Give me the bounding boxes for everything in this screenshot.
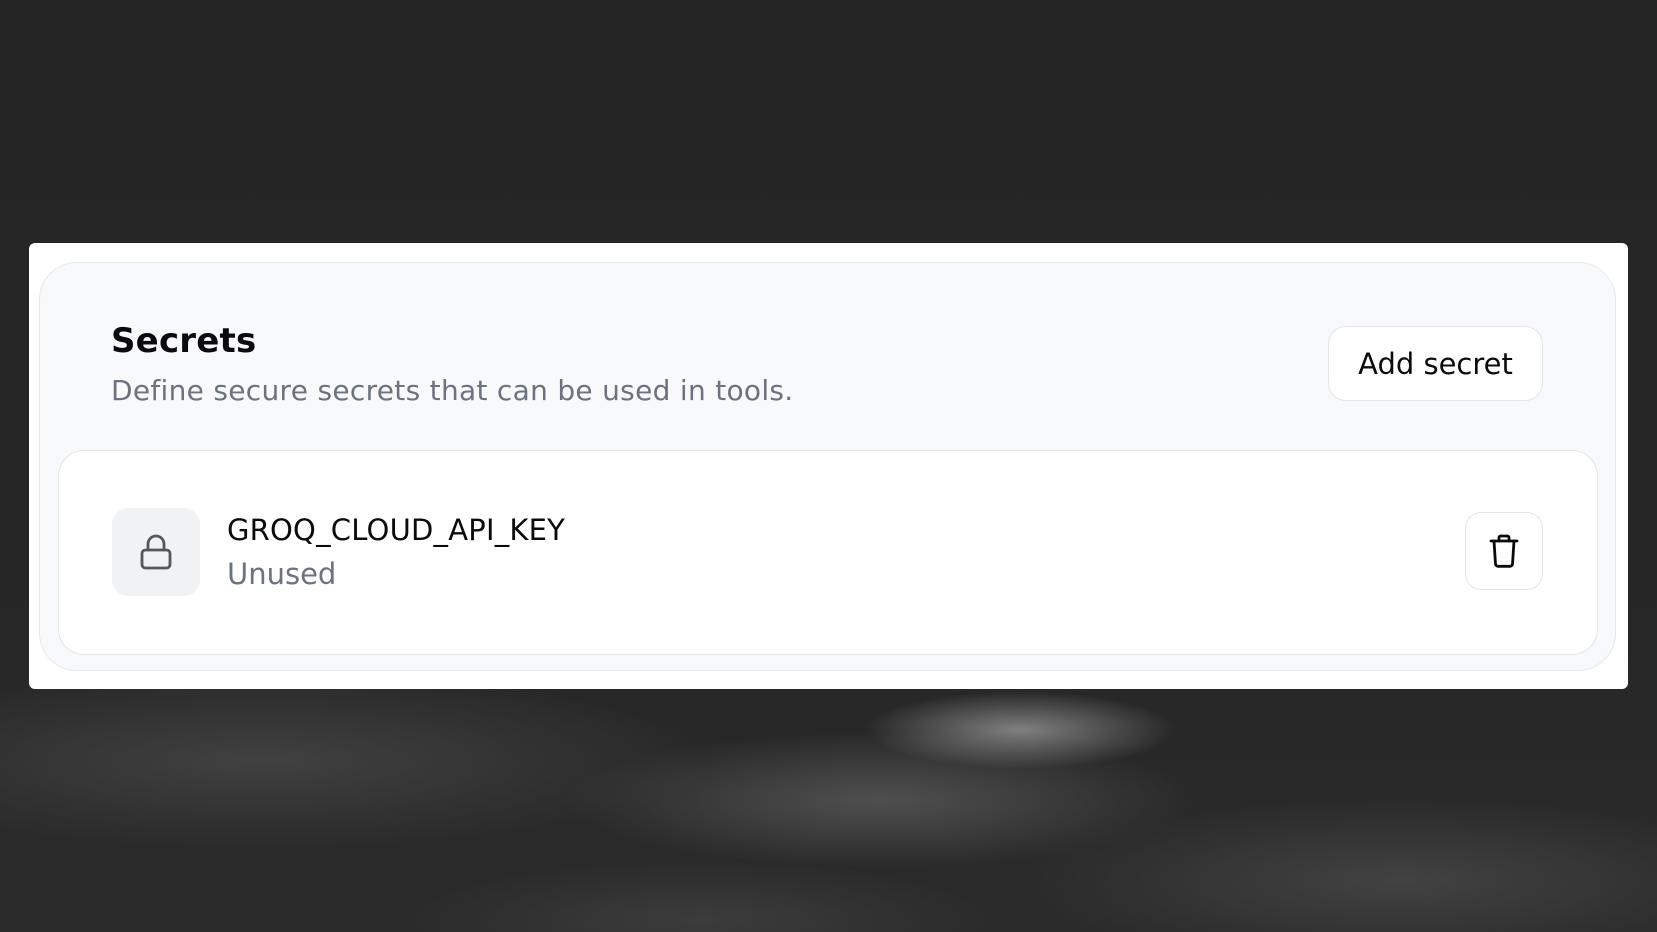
secrets-panel: Secrets Define secure secrets that can b… — [39, 262, 1616, 671]
secret-list-item: GROQ_CLOUD_API_KEY Unused — [58, 450, 1598, 655]
secret-name: GROQ_CLOUD_API_KEY — [227, 513, 566, 547]
panel-title: Secrets — [111, 321, 257, 361]
trash-icon — [1489, 534, 1519, 568]
secret-status: Unused — [227, 557, 337, 591]
lock-icon — [139, 533, 173, 571]
secret-icon-container — [112, 508, 200, 596]
add-secret-button[interactable]: Add secret — [1328, 326, 1543, 401]
delete-secret-button[interactable] — [1465, 512, 1543, 590]
panel-description: Define secure secrets that can be used i… — [111, 374, 794, 407]
secrets-card-frame: Secrets Define secure secrets that can b… — [29, 243, 1628, 689]
